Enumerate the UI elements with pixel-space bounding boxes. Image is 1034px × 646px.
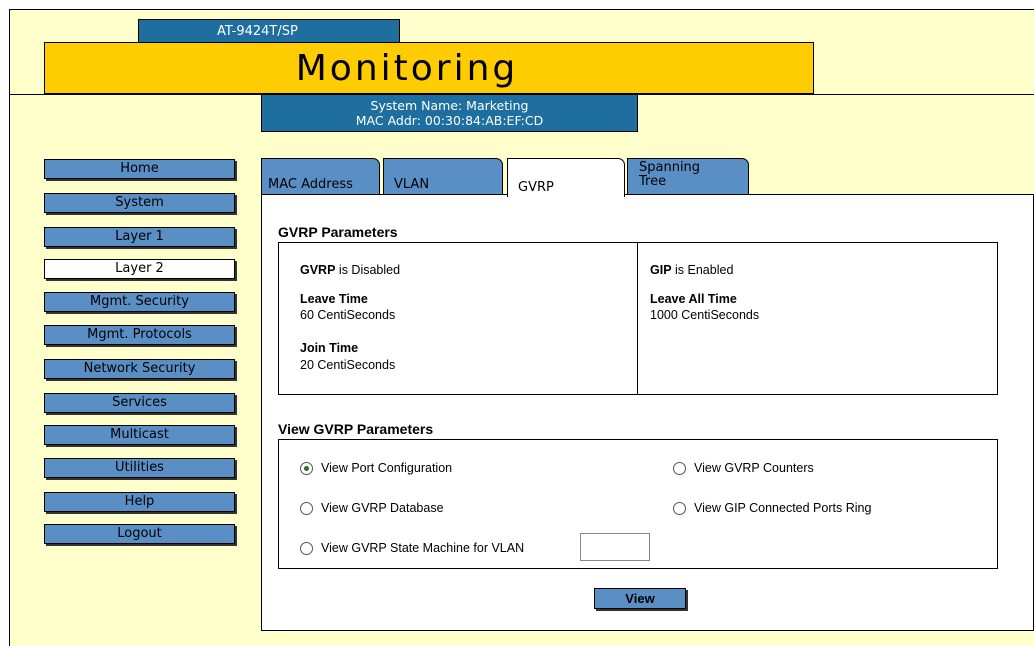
join-time-value: 20 CentiSeconds [300,358,396,372]
gvrp-parameters-heading: GVRP Parameters [278,224,398,240]
system-name: System Name: Marketing [370,98,529,113]
leave-time-label: Leave Time [300,292,368,306]
radio-port-config-label: View Port Configuration [321,461,453,475]
nav-utilities-button[interactable]: Utilities [44,458,235,478]
nav-home-button[interactable]: Home [44,159,235,179]
radio-database-label: View GVRP Database [321,501,444,515]
tab-spanning-label-line2: Tree [639,174,667,189]
gip-status: GIP is Enabled [650,263,733,277]
radio-gip-ring-label: View GIP Connected Ports Ring [694,501,872,515]
gvrp-status-label: GVRP [300,263,336,277]
tab-spanning-tree[interactable]: Spanning Tree [627,158,749,195]
system-info-box: System Name: Marketing MAC Addr: 00:30:8… [261,94,638,132]
radio-counters-label: View GVRP Counters [694,461,814,475]
nav-mgmt-security-button[interactable]: Mgmt. Security [44,292,235,312]
nav-layer2-button[interactable]: Layer 2 [44,259,235,279]
radio-counters-circle[interactable] [673,461,686,475]
title-banner: Monitoring [44,42,814,94]
tab-vlan[interactable]: VLAN [383,158,503,195]
nav-logout-button[interactable]: Logout [44,524,235,544]
vlan-id-input[interactable] [580,533,650,561]
tab-mac-address-label: MAC Address [268,177,353,192]
radio-view-gip-connected-ports-ring[interactable]: View GIP Connected Ports Ring [673,501,871,515]
radio-view-gvrp-counters[interactable]: View GVRP Counters [673,461,814,475]
gvrp-status-value: is Disabled [335,263,401,277]
nav-mgmt-protocols-button[interactable]: Mgmt. Protocols [44,325,235,345]
radio-database-circle[interactable] [300,501,313,515]
nav-network-security-button[interactable]: Network Security [44,359,235,379]
view-button[interactable]: View [594,588,686,609]
title-bar: Monitoring [10,42,1034,95]
model-label: AT-9424T/SP [138,19,400,43]
parameters-divider [637,243,638,394]
tab-spanning-label-line1: Spanning [639,160,701,175]
gvrp-panel: GVRP Parameters GVRP is Disabled Leave T… [261,194,1034,631]
nav-multicast-button[interactable]: Multicast [44,425,235,445]
mac-address: MAC Addr: 00:30:84:AB:EF:CD [355,113,544,128]
gvrp-status: GVRP is Disabled [300,263,400,277]
tab-gvrp-label: GVRP [518,180,554,195]
page-title: Monitoring [295,48,519,89]
nav-layer1-button[interactable]: Layer 1 [44,227,235,247]
leave-time-value: 60 CentiSeconds [300,308,396,322]
radio-state-machine-label: View GVRP State Machine for VLAN [321,541,525,555]
nav-system-button[interactable]: System [44,193,235,213]
radio-view-gvrp-database[interactable]: View GVRP Database [300,501,444,515]
leave-all-time-label: Leave All Time [650,292,737,306]
gvrp-parameters-box: GVRP is Disabled Leave Time 60 CentiSeco… [278,242,998,395]
tab-mac-address[interactable]: MAC Address [261,158,380,195]
nav-help-button[interactable]: Help [44,492,235,512]
gip-status-label: GIP [650,263,672,277]
tab-gvrp[interactable]: GVRP [507,158,625,197]
tab-vlan-label: VLAN [394,177,430,192]
gip-status-value: is Enabled [671,263,734,277]
tab-spanning-tree-label: Spanning Tree [639,161,700,189]
radio-gip-ring-circle[interactable] [673,501,686,515]
radio-port-config-circle[interactable] [300,461,313,475]
nav-services-button[interactable]: Services [44,393,235,413]
radio-view-port-configuration[interactable]: View Port Configuration [300,461,452,475]
leave-all-time-value: 1000 CentiSeconds [650,308,760,322]
view-gvrp-parameters-heading: View GVRP Parameters [278,421,434,437]
radio-view-gvrp-state-machine[interactable]: View GVRP State Machine for VLAN [300,541,524,555]
join-time-label: Join Time [300,341,359,355]
radio-state-machine-circle[interactable] [300,541,313,555]
